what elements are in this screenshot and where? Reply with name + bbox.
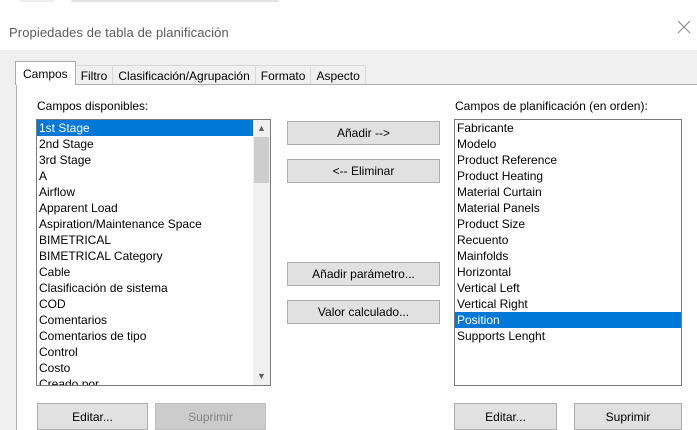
scroll-up-icon[interactable]: ▲ [253,120,270,137]
list-item[interactable]: Material Curtain [455,184,681,200]
list-item[interactable]: Product Reference [455,152,681,168]
available-fields-list[interactable]: 1st Stage 2nd Stage 3rd Stage A Airflow Appar… [36,119,271,386]
calculated-value-button[interactable]: Valor calculado... [287,300,440,324]
schedule-edit-button[interactable]: Editar... [454,403,557,430]
list-item[interactable]: BIMETRICAL Category [37,248,270,264]
tab-strip: Campos Filtro Clasificación/Agrupación F… [15,61,366,85]
list-item[interactable]: Airflow [37,184,270,200]
list-item[interactable]: Product Size [455,216,681,232]
available-delete-button: Suprimir [155,403,266,430]
list-item[interactable]: Aspiration/Maintenance Space [37,216,270,232]
list-item[interactable]: Horizontal [455,264,681,280]
list-item[interactable]: Clasificación de sistema [37,280,270,296]
list-item[interactable]: Creado por [37,376,270,385]
available-fields-scrollbar[interactable]: ▲ ▼ [253,120,270,385]
list-item[interactable]: 3rd Stage [37,152,270,168]
list-item[interactable]: Recuento [455,232,681,248]
tab-campos[interactable]: Campos [15,61,76,85]
tab-aspecto[interactable]: Aspecto [310,65,366,85]
list-item[interactable]: Vertical Left [455,280,681,296]
list-item[interactable]: Modelo [455,136,681,152]
list-item[interactable]: COD [37,296,270,312]
list-item[interactable]: Comentarios [37,312,270,328]
list-item[interactable]: Material Panels [455,200,681,216]
add-parameter-button[interactable]: Añadir parámetro... [287,262,440,286]
list-item[interactable]: Fabricante [455,120,681,136]
remove-field-button[interactable]: <-- Eliminar [287,159,440,183]
list-item[interactable]: Comentarios de tipo [37,328,270,344]
tab-clasificacion-agrupacion[interactable]: Clasificación/Agrupación [112,65,256,85]
tab-formato[interactable]: Formato [254,65,312,85]
list-item[interactable]: Control [37,344,270,360]
list-item[interactable]: Costo [37,360,270,376]
list-item[interactable]: 1st Stage [37,120,270,136]
schedule-fields-list[interactable]: Fabricante Modelo Product Reference Product… [454,119,682,386]
schedule-delete-button[interactable]: Suprimir [574,403,682,430]
list-item[interactable]: Position [455,312,681,328]
list-item[interactable]: 2nd Stage [37,136,270,152]
list-item[interactable]: A [37,168,270,184]
list-item[interactable]: Product Heating [455,168,681,184]
available-fields-label: Campos disponibles: [37,99,149,113]
add-field-button[interactable]: Añadir --> [287,121,440,145]
scroll-thumb[interactable] [254,137,269,183]
available-edit-button[interactable]: Editar... [37,403,148,430]
list-item[interactable]: Cable [37,264,270,280]
dialog-title: Propiedades de tabla de planificación [9,25,229,40]
schedule-fields-label: Campos de planificación (en orden): [455,99,648,113]
list-item[interactable]: Vertical Right [455,296,681,312]
list-item[interactable]: Supports Lenght [455,328,681,344]
title-bar: Propiedades de tabla de planificación [0,6,697,50]
scroll-down-icon[interactable]: ▼ [253,368,270,385]
list-item[interactable]: BIMETRICAL [37,232,270,248]
list-item[interactable]: Mainfolds [455,248,681,264]
list-item[interactable]: Apparent Load [37,200,270,216]
close-icon[interactable] [677,20,691,34]
tab-filtro[interactable]: Filtro [74,65,114,85]
